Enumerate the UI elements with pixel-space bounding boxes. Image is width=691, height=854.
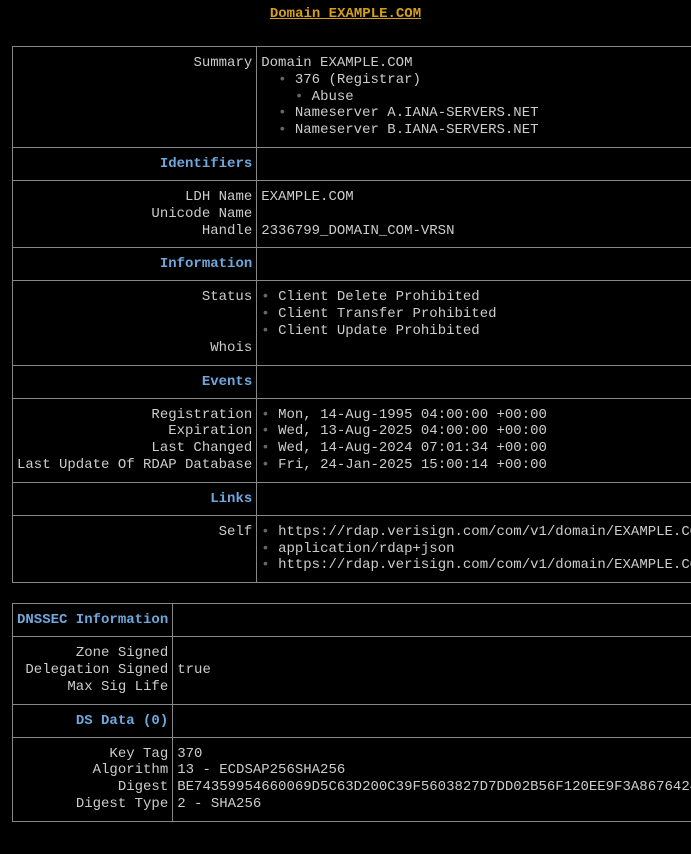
link-item: • https://rdap.verisign.com/com/v1/domai…	[261, 524, 691, 541]
last-changed-value: • Wed, 14-Aug-2024 07:01:34 +00:00	[261, 440, 691, 457]
dsdata-header-row: DS Data (0)	[13, 704, 691, 737]
bullet-icon: •	[261, 323, 269, 339]
dnssec-header-row: DNSSEC Information	[13, 604, 691, 637]
summary-item: • Nameserver A.IANA-SERVERS.NET	[261, 105, 691, 122]
max-sig-life-value	[177, 679, 691, 696]
bullet-icon: •	[261, 423, 269, 439]
ldh-name-label: LDH Name	[17, 189, 252, 206]
self-label: Self	[17, 524, 252, 541]
ldh-name-value: EXAMPLE.COM	[261, 189, 691, 206]
identifiers-header: Identifiers	[13, 147, 257, 180]
bullet-icon: •	[295, 89, 303, 105]
summary-value: Domain EXAMPLE.COM	[261, 55, 691, 72]
last-changed-label: Last Changed	[17, 440, 252, 457]
links-row: Self • https://rdap.verisign.com/com/v1/…	[13, 515, 691, 582]
summary-item: • Abuse	[261, 89, 691, 106]
last-update-label: Last Update Of RDAP Database	[17, 457, 252, 474]
bullet-icon: •	[261, 289, 269, 305]
registration-value: • Mon, 14-Aug-1995 04:00:00 +00:00	[261, 407, 691, 424]
links-header: Links	[13, 482, 257, 515]
zone-signed-value	[177, 645, 691, 662]
bullet-icon: •	[278, 105, 286, 121]
delegation-signed-value: true	[177, 662, 691, 679]
main-table: Summary Domain EXAMPLE.COM • 376 (Regist…	[12, 46, 691, 583]
unicode-name-label: Unicode Name	[17, 206, 252, 223]
last-update-value: • Fri, 24-Jan-2025 15:00:14 +00:00	[261, 457, 691, 474]
key-tag-value: 370	[177, 746, 691, 763]
status-label: Status	[17, 289, 252, 306]
dnssec-row: Zone Signed Delegation Signed Max Sig Li…	[13, 637, 691, 704]
summary-item: • Nameserver B.IANA-SERVERS.NET	[261, 122, 691, 139]
summary-row: Summary Domain EXAMPLE.COM • 376 (Regist…	[13, 47, 691, 148]
bullet-icon: •	[261, 524, 269, 540]
link-item: • https://rdap.verisign.com/com/v1/domai…	[261, 557, 691, 574]
bullet-icon: •	[261, 541, 269, 557]
delegation-signed-label: Delegation Signed	[17, 662, 168, 679]
information-header: Information	[13, 248, 257, 281]
events-row: Registration Expiration Last Changed Las…	[13, 398, 691, 482]
dnssec-table: DNSSEC Information Zone Signed Delegatio…	[12, 603, 691, 822]
dsdata-header: DS Data (0)	[13, 704, 173, 737]
bullet-icon: •	[261, 306, 269, 322]
digest-type-label: Digest Type	[17, 796, 168, 813]
identifiers-header-row: Identifiers	[13, 147, 691, 180]
handle-value: 2336799_DOMAIN_COM-VRSN	[261, 223, 691, 240]
status-item: • Client Delete Prohibited	[261, 289, 691, 306]
digest-type-value: 2 - SHA256	[177, 796, 691, 813]
handle-label: Handle	[17, 223, 252, 240]
whois-label: Whois	[17, 340, 252, 357]
dsdata-row: Key Tag Algorithm Digest Digest Type 370…	[13, 737, 691, 821]
algorithm-value: 13 - ECDSAP256SHA256	[177, 762, 691, 779]
bullet-icon: •	[261, 457, 269, 473]
bullet-icon: •	[278, 122, 286, 138]
expiration-label: Expiration	[17, 423, 252, 440]
expiration-value: • Wed, 13-Aug-2025 04:00:00 +00:00	[261, 423, 691, 440]
unicode-name-value	[261, 206, 691, 223]
digest-label: Digest	[17, 779, 168, 796]
registration-label: Registration	[17, 407, 252, 424]
key-tag-label: Key Tag	[17, 746, 168, 763]
identifiers-row: LDH Name Unicode Name Handle EXAMPLE.COM…	[13, 180, 691, 247]
summary-item: • 376 (Registrar)	[261, 72, 691, 89]
information-row: Status Whois • Client Delete Prohibited …	[13, 281, 691, 365]
page-title: Domain EXAMPLE.COM	[12, 6, 679, 22]
information-header-row: Information	[13, 248, 691, 281]
bullet-icon: •	[261, 557, 269, 573]
zone-signed-label: Zone Signed	[17, 645, 168, 662]
status-item: • Client Update Prohibited	[261, 323, 691, 340]
summary-label: Summary	[17, 55, 252, 72]
bullet-icon: •	[278, 72, 286, 88]
max-sig-life-label: Max Sig Life	[17, 679, 168, 696]
bullet-icon: •	[261, 407, 269, 423]
whois-value	[261, 340, 691, 357]
dnssec-header: DNSSEC Information	[13, 604, 173, 637]
digest-value: BE74359954660069D5C63D200C39F5603827D7DD…	[177, 779, 691, 796]
status-item: • Client Transfer Prohibited	[261, 306, 691, 323]
events-header-row: Events	[13, 365, 691, 398]
bullet-icon: •	[261, 440, 269, 456]
events-header: Events	[13, 365, 257, 398]
links-header-row: Links	[13, 482, 691, 515]
algorithm-label: Algorithm	[17, 762, 168, 779]
link-item: • application/rdap+json	[261, 541, 691, 558]
